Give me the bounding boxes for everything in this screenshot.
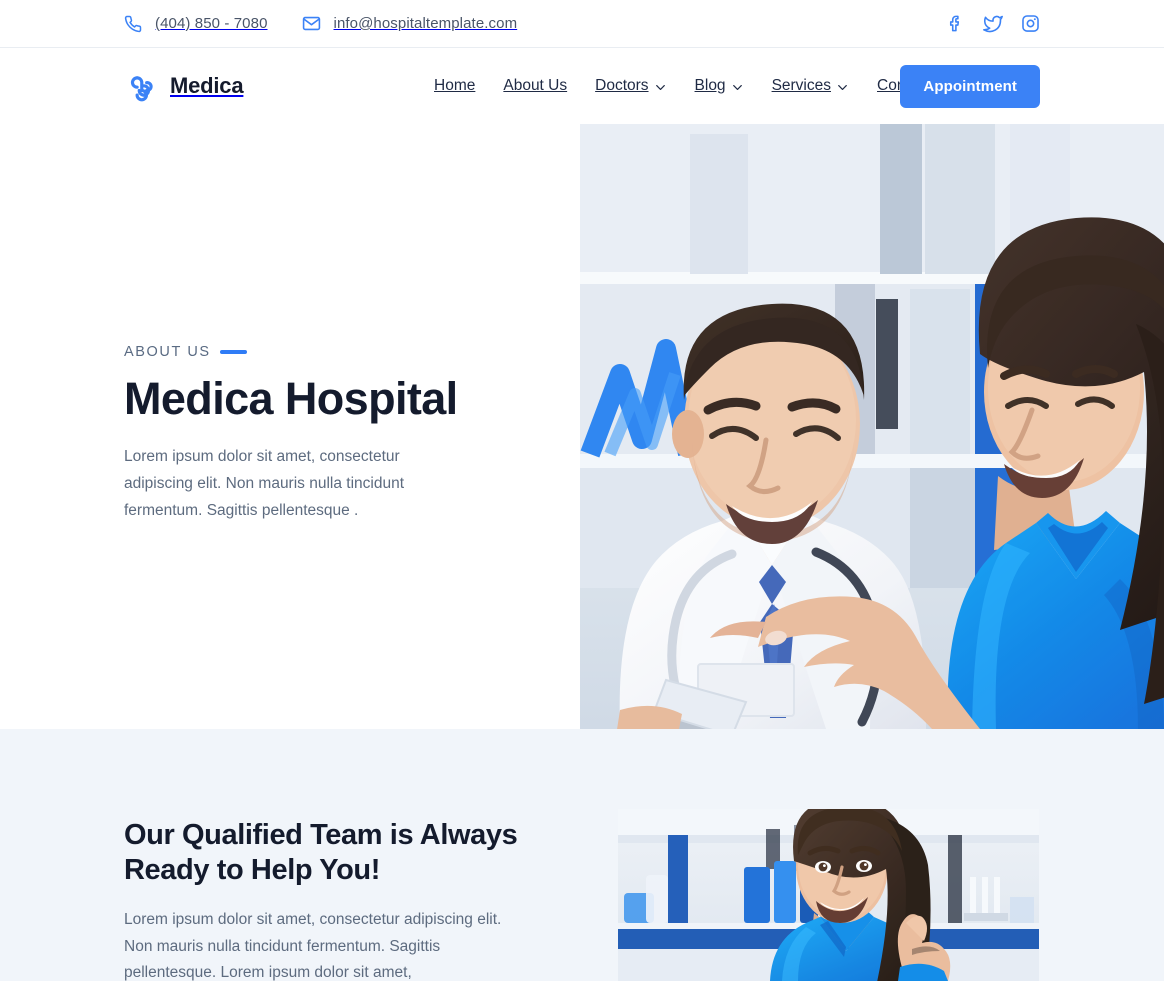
hero-title: Medica Hospital <box>124 373 458 424</box>
nav-item-about-us-label: About Us <box>503 77 568 94</box>
nav-item-doctors[interactable]: Doctors <box>595 77 666 95</box>
social-links-group <box>946 14 1040 34</box>
top-contact-bar: (404) 850 - 7080 info@hospitaltemplate.c… <box>0 0 1164 48</box>
team-description: Lorem ipsum dolor sit amet, consectetur … <box>124 910 502 981</box>
hero-text-block: ABOUT US Medica Hospital Lorem ipsum dol… <box>124 344 544 524</box>
chevron-down-icon <box>731 81 744 94</box>
brand-name-text: Medica <box>170 73 244 98</box>
twitter-icon[interactable] <box>983 14 1003 34</box>
nav-item-services-label: Services <box>771 77 831 94</box>
phone-number-text: (404) 850 - 7080 <box>155 15 268 32</box>
eyebrow-accent-bar <box>219 350 247 354</box>
nav-item-home-label: Home <box>434 77 476 94</box>
nav-item-home[interactable]: Home <box>434 77 475 95</box>
mail-icon <box>302 14 321 33</box>
team-title: Our Qualified Team is Always Ready to He… <box>124 819 518 887</box>
email-address-text: info@hospitaltemplate.com <box>333 15 518 32</box>
chevron-down-icon <box>836 81 849 94</box>
phone-icon <box>124 15 142 33</box>
phone-contact[interactable]: (404) 850 - 7080 <box>124 15 268 33</box>
team-text-block: Our Qualified Team is Always Ready to He… <box>124 818 544 981</box>
nav-item-services[interactable]: Services <box>772 77 849 95</box>
hero-eyebrow-row: ABOUT US <box>124 344 544 360</box>
nav-item-blog-label: Blog <box>694 77 726 94</box>
facebook-icon[interactable] <box>946 14 965 33</box>
appointment-button[interactable]: Appointment <box>900 64 1040 108</box>
nav-item-blog[interactable]: Blog <box>695 77 744 95</box>
nav-item-about-us[interactable]: About Us <box>503 77 567 95</box>
hero-image <box>580 124 1164 729</box>
hero-section: ABOUT US Medica Hospital Lorem ipsum dol… <box>0 124 1164 729</box>
nav-links-group: Home About Us Doctors Blog Services Cont… <box>434 77 930 95</box>
hero-description: Lorem ipsum dolor sit amet, consectetur … <box>124 448 405 519</box>
email-contact[interactable]: info@hospitaltemplate.com <box>302 14 518 33</box>
brand-logo-link[interactable]: Medica <box>124 70 244 103</box>
contact-group: (404) 850 - 7080 info@hospitaltemplate.c… <box>124 14 517 33</box>
instagram-icon[interactable] <box>1021 14 1040 33</box>
medica-cross-logo-icon <box>124 70 157 103</box>
qualified-team-section: Our Qualified Team is Always Ready to He… <box>0 729 1164 981</box>
team-image <box>618 809 1039 981</box>
chevron-down-icon <box>654 81 667 94</box>
main-navigation-bar: Medica Home About Us Doctors Blog Servic… <box>0 48 1164 124</box>
hero-eyebrow-label: ABOUT US <box>124 344 211 360</box>
nav-item-doctors-label: Doctors <box>595 77 649 94</box>
